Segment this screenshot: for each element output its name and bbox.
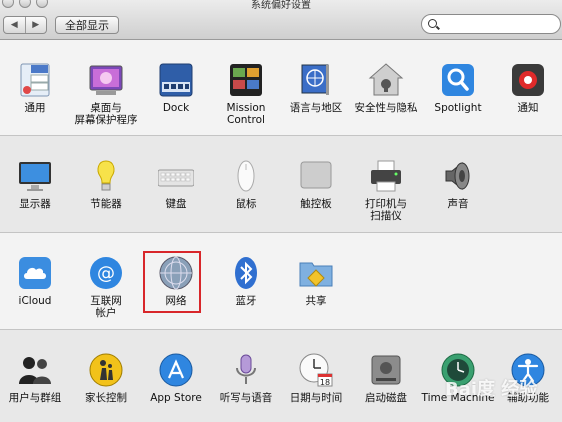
app-store-icon: [158, 352, 194, 388]
network-highlight-box: [143, 251, 201, 313]
pane-label: 蓝牙: [235, 295, 257, 307]
parental-controls-icon: [88, 352, 124, 388]
language-region-icon: [298, 62, 334, 98]
pane-dock[interactable]: Dock: [138, 62, 214, 114]
section-personal: 通用 桌面与 屏幕保护程序 Dock Mission Control 语言与地区…: [0, 40, 562, 136]
desktop-screensaver-icon: [88, 62, 124, 98]
pane-keyboard[interactable]: 键盘: [138, 158, 214, 210]
keyboard-icon: [157, 158, 195, 194]
trackpad-icon: [298, 158, 334, 194]
show-all-button[interactable]: 全部显示: [55, 16, 119, 34]
pane-displays[interactable]: 显示器: [0, 158, 73, 210]
displays-icon: [17, 158, 53, 194]
pane-label: 启动磁盘: [365, 392, 407, 404]
icloud-icon: [17, 255, 53, 291]
pane-desktop-screensaver[interactable]: 桌面与 屏幕保护程序: [68, 62, 144, 126]
baidu-watermark: Bai度 经验: [445, 379, 538, 400]
pane-label: Dock: [162, 102, 190, 114]
pane-label: 家长控制: [85, 392, 127, 404]
sound-icon: [440, 158, 476, 194]
users-groups-icon: [17, 352, 53, 388]
pane-label: 听写与语音: [219, 392, 273, 404]
back-button[interactable]: ◀: [4, 17, 25, 33]
window-titlebar: 系统偏好设置 ◀ ▶ 全部显示: [0, 0, 562, 40]
startup-disk-icon: [368, 352, 404, 388]
dock-icon: [158, 62, 194, 98]
printers-scanners-icon: [368, 158, 404, 194]
pane-label: 日期与时间: [289, 392, 343, 404]
notifications-icon: [510, 62, 546, 98]
pane-startup-disk[interactable]: 启动磁盘: [348, 352, 424, 404]
pane-label: 声音: [447, 198, 469, 210]
pane-app-store[interactable]: App Store: [138, 352, 214, 404]
pane-printers-scanners[interactable]: 打印机与 扫描仪: [348, 158, 424, 222]
sharing-icon: [298, 255, 334, 291]
pane-security-privacy[interactable]: 安全性与隐私: [348, 62, 424, 114]
pane-parental-controls[interactable]: 家长控制: [68, 352, 144, 404]
pane-label: 通知: [517, 102, 539, 114]
pane-general[interactable]: 通用: [0, 62, 73, 114]
pane-notifications[interactable]: 通知: [490, 62, 562, 114]
pane-label: 桌面与 屏幕保护程序: [74, 102, 138, 126]
window-title: 系统偏好设置: [251, 0, 311, 11]
pane-label: Spotlight: [434, 102, 482, 114]
pane-spotlight[interactable]: Spotlight: [420, 62, 496, 114]
pane-language-region[interactable]: 语言与地区: [278, 62, 354, 114]
date-number: 18: [320, 378, 330, 387]
pane-energy-saver[interactable]: 节能器: [68, 158, 144, 210]
pane-label: App Store: [150, 392, 202, 404]
general-icon: [17, 62, 53, 98]
nav-button-group: ◀ ▶: [3, 16, 47, 34]
pane-label: 通用: [24, 102, 46, 114]
pane-date-time[interactable]: 18 日期与时间: [278, 352, 354, 404]
pane-users-groups[interactable]: 用户与群组: [0, 352, 73, 404]
pane-trackpad[interactable]: 触控板: [278, 158, 354, 210]
pane-label: 打印机与 扫描仪: [365, 198, 407, 222]
search-icon: [428, 19, 437, 28]
svg-text:@: @: [97, 263, 115, 284]
mission-control-icon: [228, 62, 264, 98]
pane-label: 键盘: [165, 198, 187, 210]
section-internet-wireless: iCloud @ 互联网 帐户 网络 蓝牙 共享: [0, 233, 562, 330]
pane-internet-accounts[interactable]: @ 互联网 帐户: [68, 255, 144, 319]
section-hardware: 显示器 节能器 键盘 鼠标 触控板 打印机与 扫描仪 声音: [0, 136, 562, 233]
pane-dictation-speech[interactable]: 听写与语音: [208, 352, 284, 404]
pane-label: 互联网 帐户: [90, 295, 122, 319]
pane-label: 显示器: [19, 198, 51, 210]
search-input[interactable]: [442, 16, 558, 34]
pane-label: 安全性与隐私: [354, 102, 418, 114]
pane-label: 语言与地区: [289, 102, 343, 114]
search-field[interactable]: [421, 14, 561, 34]
pane-sound[interactable]: 声音: [420, 158, 496, 210]
pane-label: Mission Control: [226, 102, 266, 126]
pane-icloud[interactable]: iCloud: [0, 255, 73, 307]
security-privacy-icon: [368, 62, 404, 98]
spotlight-icon: [440, 62, 476, 98]
pane-label: 鼠标: [235, 198, 257, 210]
pane-mission-control[interactable]: Mission Control: [208, 62, 284, 126]
dictation-speech-icon: [228, 352, 264, 388]
bluetooth-icon: [228, 255, 264, 291]
energy-saver-icon: [88, 158, 124, 194]
pane-mouse[interactable]: 鼠标: [208, 158, 284, 210]
mouse-icon: [228, 158, 264, 194]
internet-accounts-icon: @: [88, 255, 124, 291]
date-time-icon: 18: [298, 352, 334, 388]
pane-label: 触控板: [300, 198, 332, 210]
pane-bluetooth[interactable]: 蓝牙: [208, 255, 284, 307]
pane-sharing[interactable]: 共享: [278, 255, 354, 307]
pane-label: iCloud: [18, 295, 52, 307]
pane-label: 节能器: [90, 198, 122, 210]
forward-button[interactable]: ▶: [24, 17, 47, 33]
pane-label: 共享: [305, 295, 327, 307]
pane-label: 用户与群组: [8, 392, 62, 404]
